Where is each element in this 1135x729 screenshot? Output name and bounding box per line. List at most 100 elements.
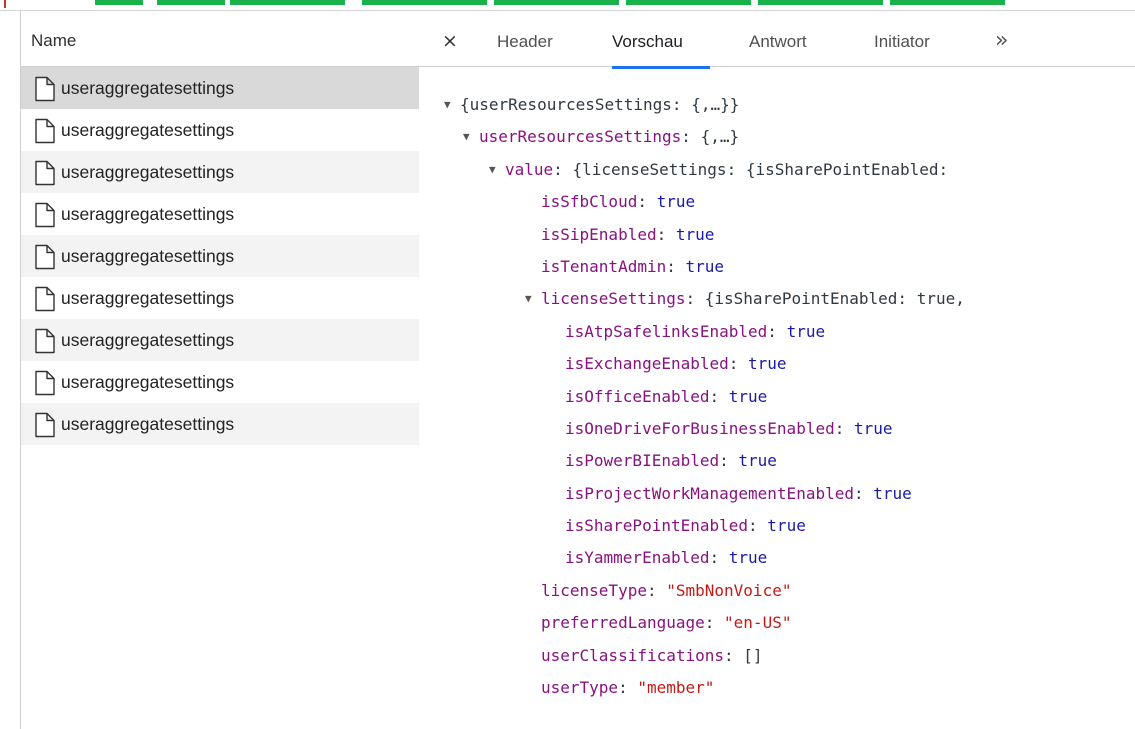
- tree-property: isAtpSafelinksEnabled: true: [565, 321, 826, 341]
- property-value: true: [748, 354, 787, 374]
- request-name: useraggregatesettings: [61, 414, 235, 434]
- property-key: isSharePointEnabled: [565, 516, 749, 536]
- tree-property: userType: "member": [541, 678, 715, 698]
- tree-property: isTenantAdmin: true: [541, 256, 725, 276]
- document-icon: [35, 160, 55, 186]
- request-row[interactable]: useraggregatesettings: [21, 109, 419, 151]
- property-key: isOfficeEnabled: [565, 386, 710, 406]
- property-key: isYammerEnabled: [565, 548, 710, 568]
- tree-node-userResourcesSettings[interactable]: ▼ userResourcesSettings: {,…}: [419, 121, 1135, 153]
- request-list: useraggregatesettings useraggregatesetti…: [21, 67, 419, 445]
- expand-triangle-icon[interactable]: ▼: [444, 89, 460, 121]
- property-value: "SmbNonVoice": [666, 580, 792, 600]
- tab-header[interactable]: Header: [497, 32, 553, 52]
- document-icon: [35, 370, 55, 396]
- property-value: true: [738, 451, 777, 471]
- details-tabbar: × Header Vorschau Antwort Initiator »: [419, 11, 1135, 67]
- waterfall-bar: [758, 0, 883, 5]
- expand-triangle-icon[interactable]: ▼: [463, 121, 479, 153]
- property-key: preferredLanguage: [541, 613, 705, 633]
- document-icon: [35, 118, 55, 144]
- tree-property: licenseType: "SmbNonVoice": [541, 580, 792, 600]
- waterfall-strip: [0, 0, 1135, 11]
- property-value: true: [873, 483, 912, 503]
- request-name: useraggregatesettings: [61, 120, 235, 140]
- property-key: isPowerBIEnabled: [565, 451, 720, 471]
- property-value: true: [728, 548, 768, 568]
- expand-triangle-icon[interactable]: ▼: [489, 154, 505, 186]
- property-value: true: [786, 321, 826, 341]
- property-key: isSfbCloud: [541, 192, 638, 212]
- node-key: licenseSettings: [541, 289, 686, 309]
- document-icon: [35, 328, 55, 354]
- node-key: value: [505, 159, 554, 179]
- name-column-header[interactable]: Name: [21, 11, 419, 67]
- tree-node-root[interactable]: ▼ {userResourcesSettings: {,…}}: [419, 89, 1135, 121]
- document-icon: [35, 244, 55, 270]
- property-key: userClassifications: [541, 645, 725, 665]
- property-value: true: [728, 386, 768, 406]
- active-tab-indicator: [612, 66, 710, 69]
- tree-property: isOfficeEnabled: true: [565, 386, 768, 406]
- request-details-panel: × Header Vorschau Antwort Initiator » ▼{…: [419, 11, 1135, 729]
- request-row[interactable]: useraggregatesettings: [21, 403, 419, 445]
- node-preview: {licenseSettings: {isSharePointEnabled:: [572, 159, 949, 179]
- property-key: userType: [541, 678, 619, 698]
- request-row[interactable]: useraggregatesettings: [21, 361, 419, 403]
- property-key: isExchangeEnabled: [565, 354, 729, 374]
- request-row[interactable]: useraggregatesettings: [21, 235, 419, 277]
- tree-property: isSharePointEnabled: true: [565, 516, 806, 536]
- document-icon: [35, 286, 55, 312]
- property-value: true: [656, 192, 696, 212]
- tree-property: isSipEnabled: true: [541, 224, 715, 244]
- request-row[interactable]: useraggregatesettings: [21, 151, 419, 193]
- property-value: true: [685, 256, 725, 276]
- waterfall-bar: [95, 0, 143, 5]
- tree-property: isYammerEnabled: true: [565, 548, 768, 568]
- more-tabs-icon[interactable]: »: [995, 28, 1008, 53]
- tree-property: isOneDriveForBusinessEnabled: true: [565, 418, 893, 438]
- tab-preview[interactable]: Vorschau: [612, 32, 683, 52]
- request-name: useraggregatesettings: [61, 288, 235, 308]
- request-name: useraggregatesettings: [61, 162, 235, 182]
- request-row[interactable]: useraggregatesettings: [21, 193, 419, 235]
- close-icon[interactable]: ×: [439, 30, 461, 52]
- request-name: useraggregatesettings: [61, 246, 235, 266]
- property-value: true: [675, 224, 715, 244]
- document-icon: [35, 76, 55, 102]
- request-list-panel: Name useraggregatesettings useraggregate…: [20, 11, 420, 729]
- tree-property: isSfbCloud: true: [541, 192, 696, 212]
- property-value: "en-US": [724, 613, 792, 633]
- request-row[interactable]: useraggregatesettings: [21, 319, 419, 361]
- property-key: isProjectWorkManagementEnabled: [565, 483, 854, 503]
- tab-initiator[interactable]: Initiator: [874, 32, 930, 52]
- property-key: isSipEnabled: [541, 224, 657, 244]
- property-value: true: [767, 516, 806, 536]
- json-preview-tree: ▼ {userResourcesSettings: {,…}} ▼ userReso…: [419, 89, 1135, 704]
- property-key: isTenantAdmin: [541, 256, 667, 276]
- document-icon: [35, 202, 55, 228]
- tree-node-value[interactable]: ▼ value: {licenseSettings: {isSharePointE…: [419, 154, 1135, 186]
- node-preview: {userResourcesSettings: {,…}}: [460, 95, 740, 114]
- tab-response[interactable]: Antwort: [749, 32, 807, 52]
- property-key: isOneDriveForBusinessEnabled: [565, 418, 835, 438]
- waterfall-bar: [626, 0, 751, 5]
- tree-node-licenseSettings[interactable]: ▼ licenseSettings: {isSharePointEnabled: …: [419, 283, 1135, 315]
- tree-property: preferredLanguage: "en-US": [541, 613, 792, 633]
- waterfall-marker: [4, 0, 6, 8]
- expand-triangle-icon[interactable]: ▼: [525, 283, 541, 315]
- property-value: "member": [637, 678, 715, 698]
- request-row[interactable]: useraggregatesettings: [21, 277, 419, 319]
- node-key: userResourcesSettings: [479, 127, 682, 147]
- request-row[interactable]: useraggregatesettings: [21, 67, 419, 109]
- tree-property: isProjectWorkManagementEnabled: true: [565, 483, 912, 503]
- waterfall-bar: [157, 0, 225, 5]
- name-column-label: Name: [31, 31, 77, 50]
- request-name: useraggregatesettings: [61, 204, 235, 224]
- property-value: true: [853, 418, 893, 438]
- request-name: useraggregatesettings: [61, 78, 235, 98]
- property-key: licenseType: [541, 580, 647, 600]
- waterfall-bar: [230, 0, 345, 5]
- tree-property: isPowerBIEnabled: true: [565, 451, 777, 471]
- tree-property: isExchangeEnabled: true: [565, 354, 787, 374]
